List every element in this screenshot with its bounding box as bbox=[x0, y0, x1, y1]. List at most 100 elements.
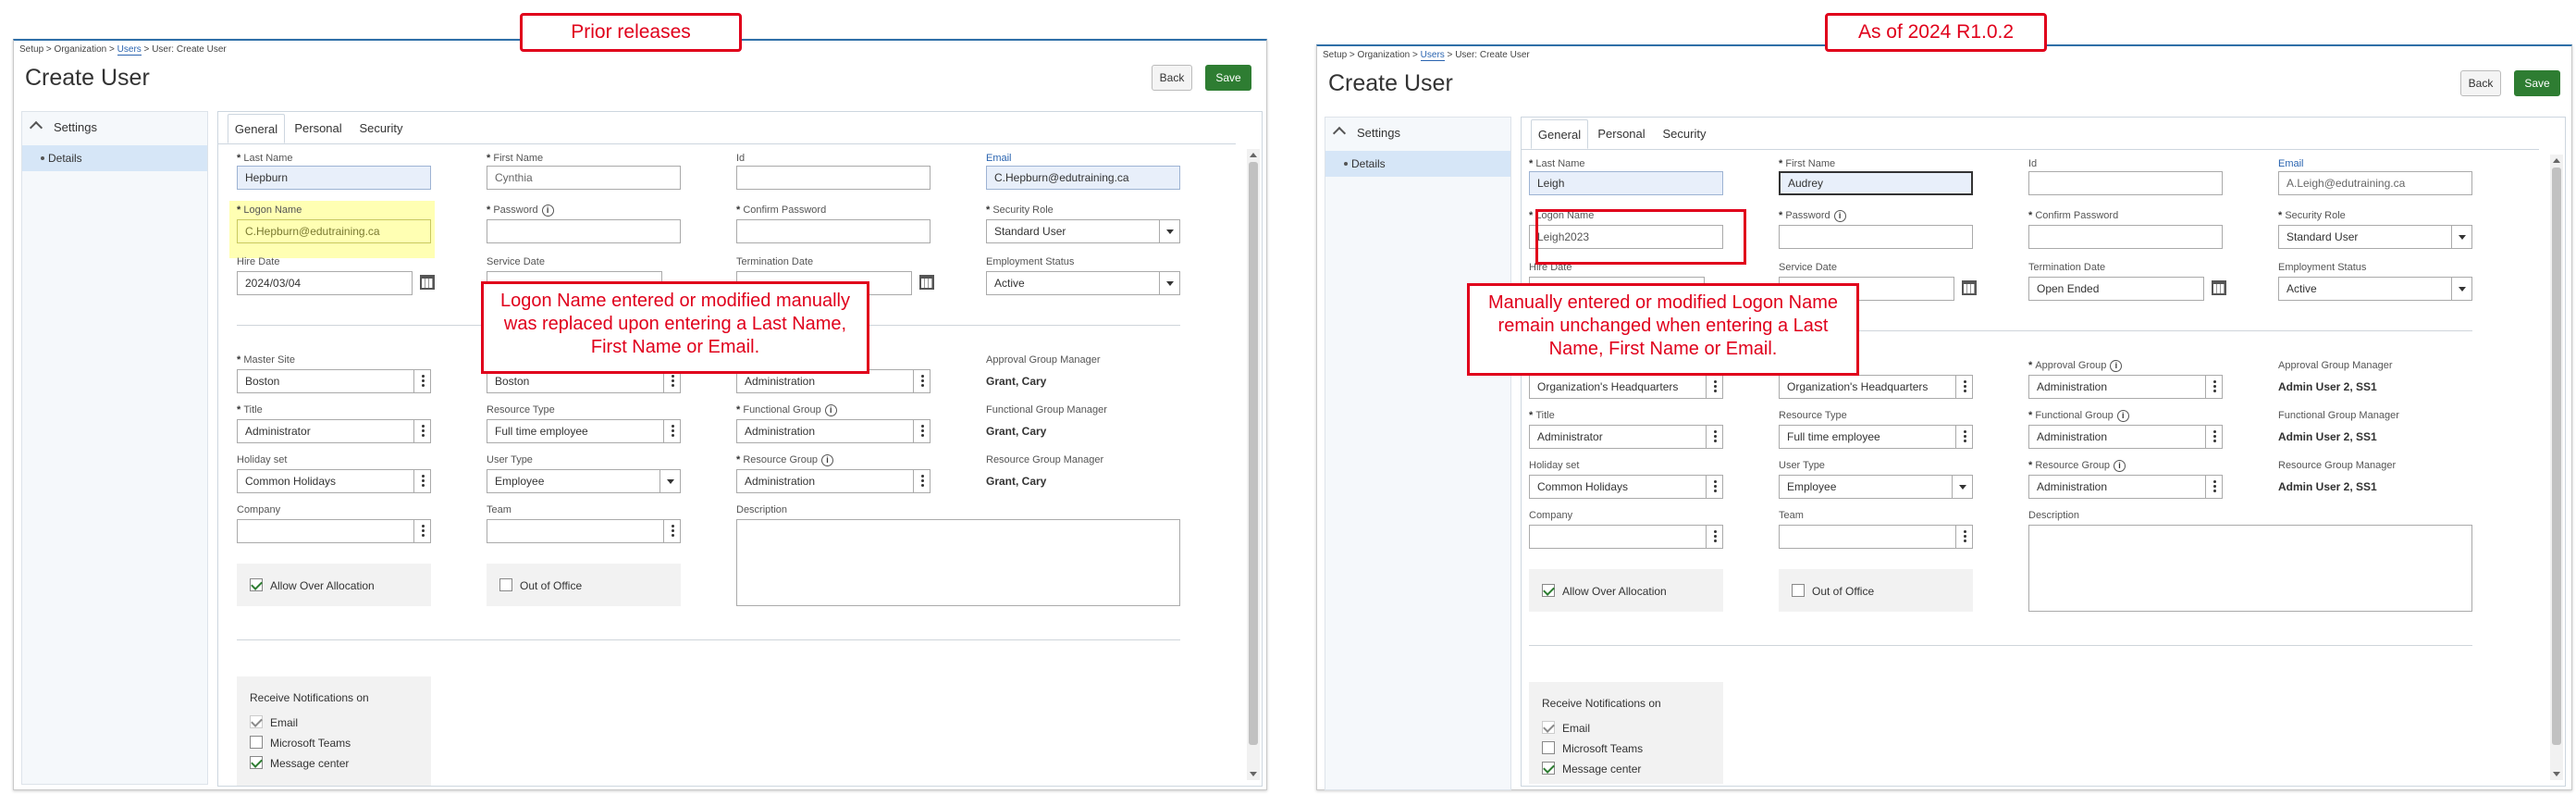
employment-status-select[interactable]: Active bbox=[986, 271, 1180, 295]
email-label[interactable]: Email bbox=[986, 153, 1012, 164]
first-name-input[interactable]: Audrey bbox=[1779, 171, 1973, 195]
more-icon[interactable] bbox=[663, 520, 680, 542]
breadcrumb-org[interactable]: Organization bbox=[1358, 50, 1411, 60]
sidebar-header[interactable]: Settings bbox=[22, 112, 207, 143]
sidebar-header[interactable]: Settings bbox=[1325, 118, 1510, 149]
description-textarea[interactable] bbox=[2028, 525, 2472, 612]
master-site-input[interactable]: Organization's Headquarters bbox=[1529, 375, 1723, 399]
more-icon[interactable] bbox=[413, 470, 430, 492]
teams-notification-checkbox[interactable] bbox=[1542, 741, 1555, 754]
master-site-input[interactable]: Boston bbox=[237, 369, 431, 393]
chevron-down-icon[interactable] bbox=[1159, 220, 1179, 242]
chevron-down-icon[interactable] bbox=[2451, 278, 2471, 300]
calendar-icon[interactable] bbox=[919, 275, 934, 290]
employment-status-select[interactable]: Active bbox=[2278, 277, 2472, 301]
out-of-office-checkbox[interactable] bbox=[499, 578, 512, 591]
more-icon[interactable] bbox=[2205, 476, 2222, 498]
save-button[interactable]: Save bbox=[2514, 70, 2560, 96]
tab-personal[interactable]: Personal bbox=[289, 114, 348, 143]
scroll-thumb[interactable] bbox=[2552, 167, 2561, 745]
save-button[interactable]: Save bbox=[1205, 65, 1251, 91]
security-role-select[interactable]: Standard User bbox=[2278, 225, 2472, 249]
more-icon[interactable] bbox=[913, 370, 930, 392]
more-icon[interactable] bbox=[1706, 376, 1722, 398]
title-input[interactable]: Administrator bbox=[237, 419, 431, 443]
email-notification-checkbox[interactable] bbox=[1542, 721, 1555, 734]
tab-personal[interactable]: Personal bbox=[1592, 119, 1651, 149]
company-input[interactable] bbox=[237, 519, 431, 543]
resource-group-input[interactable]: Administration bbox=[2028, 475, 2223, 499]
tab-security[interactable]: Security bbox=[1655, 119, 1714, 149]
sidebar-item-details[interactable]: Details bbox=[22, 145, 207, 171]
allow-over-allocation-checkbox[interactable] bbox=[250, 578, 263, 591]
email-input[interactable]: C.Hepburn@edutraining.ca bbox=[986, 166, 1180, 190]
teams-notification-checkbox[interactable] bbox=[250, 736, 263, 749]
chevron-down-icon[interactable] bbox=[2451, 226, 2471, 248]
message-center-checkbox[interactable] bbox=[1542, 762, 1555, 775]
functional-group-input[interactable]: Administration bbox=[2028, 425, 2223, 449]
hire-date-input[interactable]: 2024/03/04 bbox=[237, 271, 413, 295]
breadcrumb-setup[interactable]: Setup bbox=[19, 44, 43, 55]
info-icon[interactable]: i bbox=[541, 205, 554, 217]
more-icon[interactable] bbox=[2205, 426, 2222, 448]
calendar-icon[interactable] bbox=[1962, 280, 1977, 295]
first-name-input[interactable]: Cynthia bbox=[487, 166, 681, 190]
info-icon[interactable]: i bbox=[2116, 410, 2129, 422]
confirm-password-input[interactable] bbox=[2028, 225, 2223, 249]
email-notification-checkbox[interactable] bbox=[250, 715, 263, 728]
info-icon[interactable]: i bbox=[1833, 210, 1846, 222]
info-icon[interactable]: i bbox=[821, 454, 834, 466]
more-icon[interactable] bbox=[1706, 426, 1722, 448]
logon-name-input[interactable]: C.Hepburn@edutraining.ca bbox=[237, 219, 431, 243]
resource-type-input[interactable]: Full time employee bbox=[487, 419, 681, 443]
tab-security[interactable]: Security bbox=[351, 114, 411, 143]
sidebar-item-details[interactable]: Details bbox=[1325, 151, 1510, 177]
back-button[interactable]: Back bbox=[2460, 70, 2501, 96]
more-icon[interactable] bbox=[413, 520, 430, 542]
holiday-set-input[interactable]: Common Holidays bbox=[237, 469, 431, 493]
chevron-down-icon[interactable] bbox=[1159, 272, 1179, 294]
more-icon[interactable] bbox=[413, 420, 430, 442]
title-input[interactable]: Administrator bbox=[1529, 425, 1723, 449]
more-icon[interactable] bbox=[1706, 476, 1722, 498]
password-input[interactable] bbox=[1779, 225, 1973, 249]
user-type-select[interactable]: Employee bbox=[487, 469, 681, 493]
email-label[interactable]: Email bbox=[2278, 158, 2304, 169]
more-icon[interactable] bbox=[913, 470, 930, 492]
last-name-input[interactable]: Hepburn bbox=[237, 166, 431, 190]
company-input[interactable] bbox=[1529, 525, 1723, 549]
more-icon[interactable] bbox=[1706, 526, 1722, 548]
resource-type-input[interactable]: Full time employee bbox=[1779, 425, 1973, 449]
more-icon[interactable] bbox=[913, 420, 930, 442]
info-icon[interactable]: i bbox=[2114, 460, 2126, 472]
chevron-down-icon[interactable] bbox=[1952, 476, 1972, 498]
scroll-down-icon[interactable] bbox=[1250, 772, 1257, 776]
back-button[interactable]: Back bbox=[1152, 65, 1192, 91]
breadcrumb-org[interactable]: Organization bbox=[55, 44, 107, 55]
out-of-office-checkbox[interactable] bbox=[1792, 584, 1805, 597]
breadcrumb-users[interactable]: Users bbox=[1420, 50, 1445, 61]
more-icon[interactable] bbox=[663, 420, 680, 442]
more-icon[interactable] bbox=[1955, 376, 1972, 398]
tab-general[interactable]: General bbox=[1531, 119, 1588, 149]
more-icon[interactable] bbox=[1955, 426, 1972, 448]
breadcrumb-setup[interactable]: Setup bbox=[1323, 50, 1347, 60]
info-icon[interactable]: i bbox=[824, 404, 837, 416]
calendar-icon[interactable] bbox=[2212, 280, 2226, 295]
functional-group-input[interactable]: Administration bbox=[736, 419, 931, 443]
team-input[interactable] bbox=[1779, 525, 1973, 549]
calendar-icon[interactable] bbox=[420, 275, 435, 290]
description-textarea[interactable] bbox=[736, 519, 1180, 606]
more-icon[interactable] bbox=[2205, 376, 2222, 398]
id-input[interactable] bbox=[2028, 171, 2223, 195]
holiday-set-input[interactable]: Common Holidays bbox=[1529, 475, 1723, 499]
scroll-down-icon[interactable] bbox=[2553, 772, 2560, 776]
confirm-password-input[interactable] bbox=[736, 219, 931, 243]
allow-over-allocation-checkbox[interactable] bbox=[1542, 584, 1555, 597]
vertical-scrollbar[interactable] bbox=[1247, 149, 1260, 780]
more-icon[interactable] bbox=[1955, 526, 1972, 548]
termination-date-input[interactable]: Open Ended bbox=[2028, 277, 2204, 301]
user-type-select[interactable]: Employee bbox=[1779, 475, 1973, 499]
approval-group-input[interactable]: Administration bbox=[2028, 375, 2223, 399]
breadcrumb-users[interactable]: Users bbox=[117, 44, 142, 56]
